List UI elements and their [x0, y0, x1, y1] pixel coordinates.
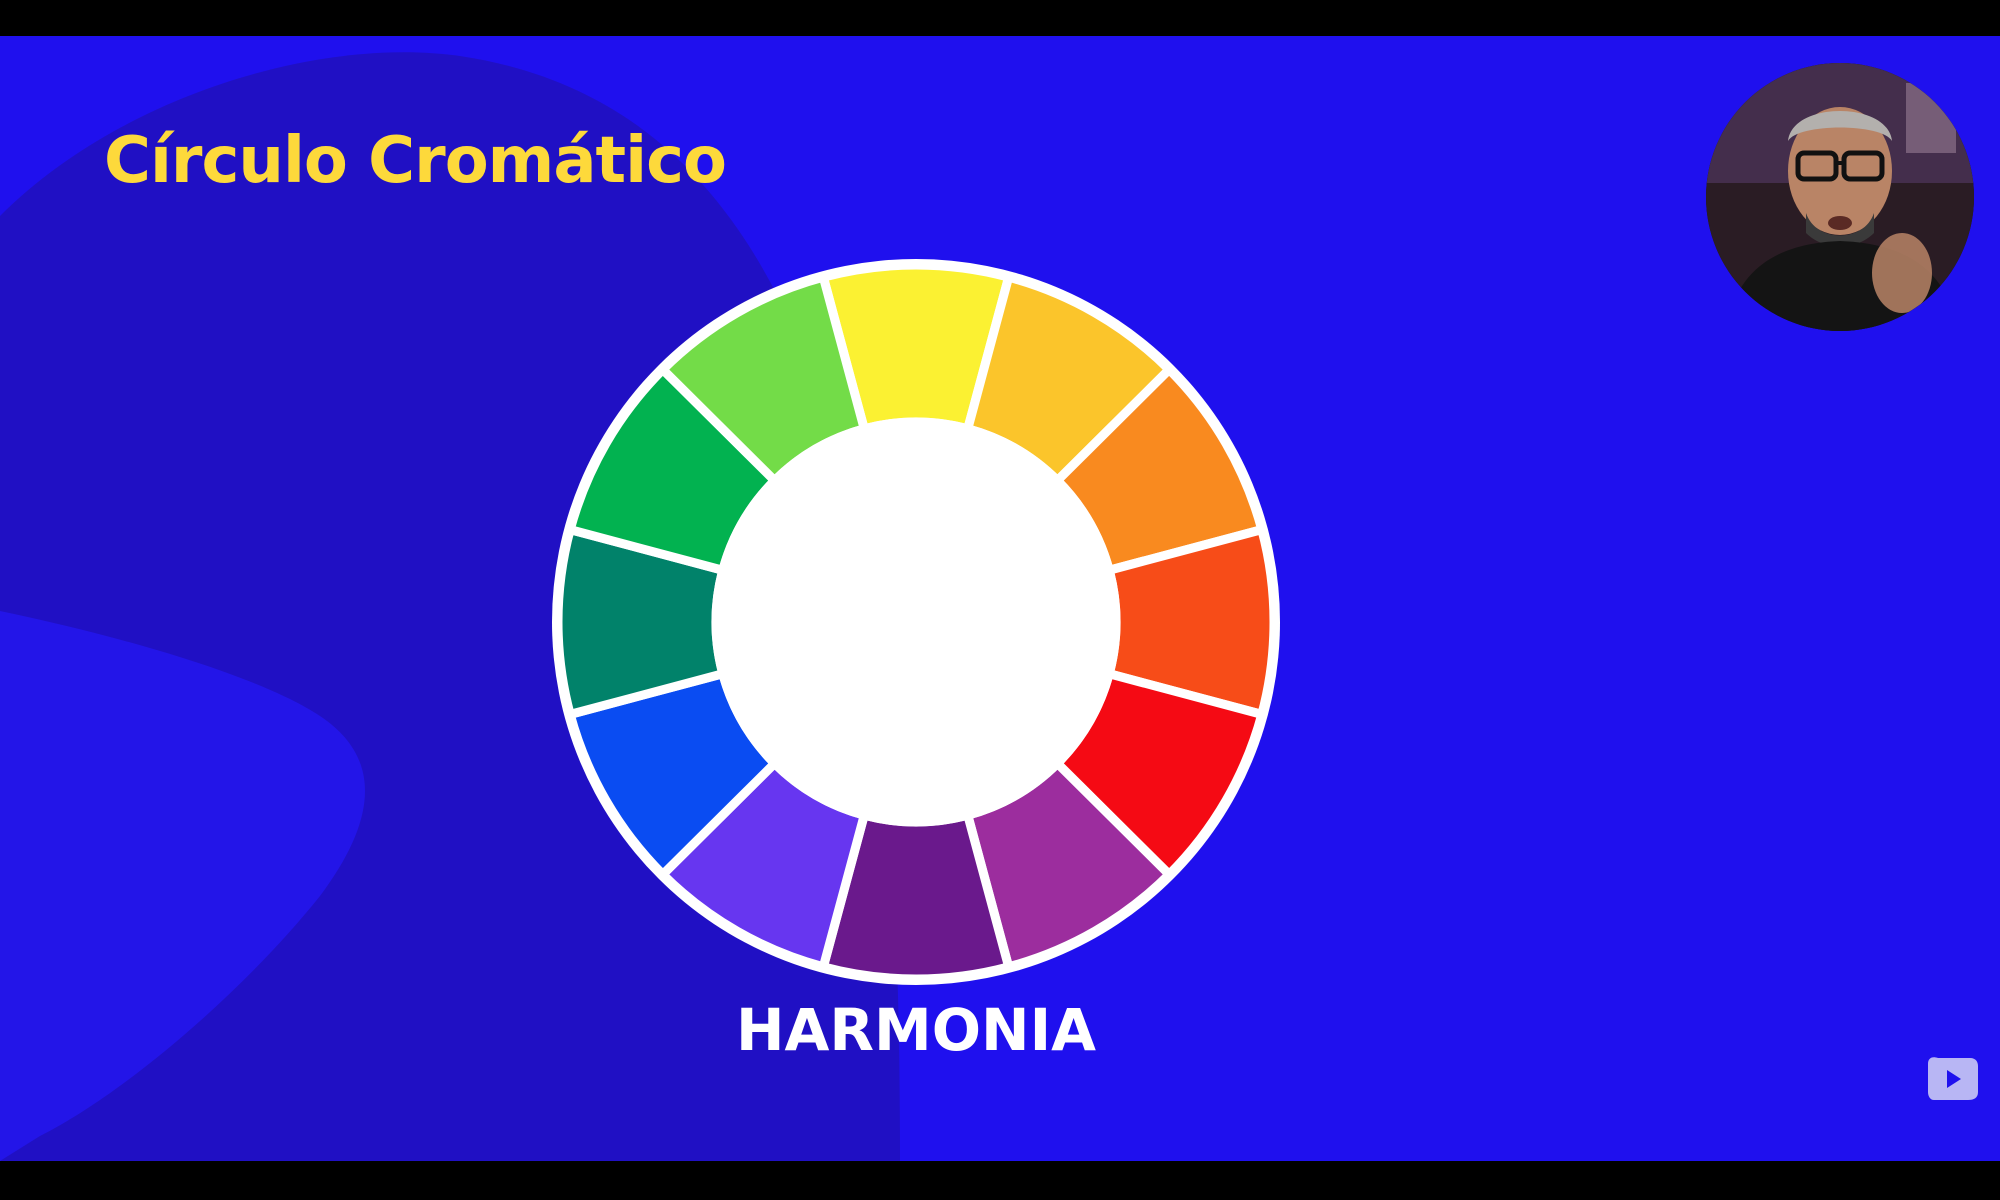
slide-title: Círculo Cromático [104, 124, 727, 198]
play-button-icon[interactable] [1924, 1056, 1982, 1102]
slide: Círculo Cromático HARMONIA [0, 36, 2000, 1161]
presenter-webcam [1706, 63, 1974, 331]
video-frame: Círculo Cromático HARMONIA [0, 0, 2000, 1200]
slide-caption: HARMONIA [735, 996, 1097, 1064]
color-wheel [552, 259, 1280, 985]
